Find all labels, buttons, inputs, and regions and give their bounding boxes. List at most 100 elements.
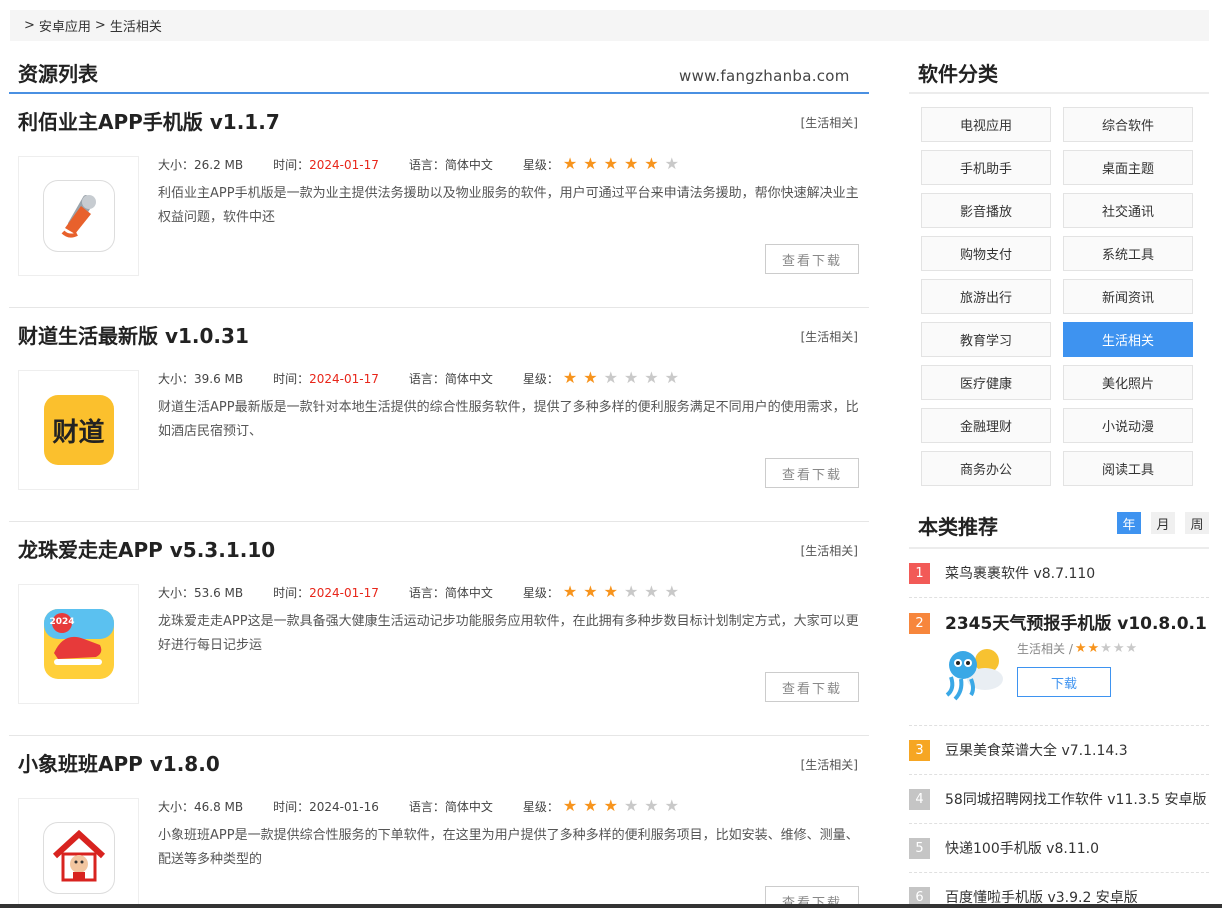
resource-meta: 大小：53.6 MB 时间：2024-01-17 语言：简体中文 星级： ★ ★ ★ ★ ★ ★ <box>158 581 685 601</box>
house-mascot-icon <box>43 823 114 893</box>
star-icon: ★ <box>1074 640 1087 656</box>
resource-thumbnail[interactable] <box>18 156 139 276</box>
category-item[interactable]: 小说动漫 <box>1063 408 1193 443</box>
resource-thumbnail[interactable] <box>18 798 139 908</box>
category-item[interactable]: 购物支付 <box>921 236 1051 271</box>
category-item[interactable]: 影音播放 <box>921 193 1051 228</box>
category-item[interactable]: 手机助手 <box>921 150 1051 185</box>
date-label: 时间： <box>273 157 310 172</box>
featured-name[interactable]: 2345天气预报手机版 v10.8.0.1 <box>945 609 1207 634</box>
star-icon: ★ <box>603 367 618 387</box>
resource-title[interactable]: 利佰业主APP手机版 v1.1.7 <box>18 106 280 135</box>
category-title: 软件分类 <box>918 62 998 86</box>
category-item[interactable]: 教育学习 <box>921 322 1051 357</box>
resource-size: 大小：53.6 MB <box>158 585 244 600</box>
resource-list-header: 资源列表 www.fangzhanba.com <box>9 41 869 94</box>
rating-label: 星级： <box>522 371 559 386</box>
star-icon: ★ <box>664 581 679 601</box>
resource-meta: 大小：26.2 MB 时间：2024-01-17 语言：简体中文 星级： ★ ★ ★ ★ ★ ★ <box>158 153 685 173</box>
star-rating: ★ ★ ★ ★ ★ ★ <box>563 367 685 387</box>
recommend-tab[interactable]: 周 <box>1185 512 1209 534</box>
category-header: 软件分类 <box>909 41 1209 94</box>
resource-date: 时间：2024-01-16 <box>273 798 379 815</box>
resource-category[interactable]: [生活相关] <box>801 756 858 773</box>
recommend-tab[interactable]: 年 <box>1117 512 1141 534</box>
resource-date: 时间：2024-01-17 <box>273 584 379 601</box>
recommend-row[interactable]: 4 58同城招聘网找工作软件 v11.3.5 安卓版 <box>909 775 1209 824</box>
recommend-tab[interactable]: 月 <box>1151 512 1175 534</box>
breadcrumb-life[interactable]: 生活相关 <box>110 16 162 35</box>
star-icon: ★ <box>664 795 679 815</box>
recommend-row[interactable]: 3 豆果美食菜谱大全 v7.1.14.3 <box>909 726 1209 775</box>
star-icon: ★ <box>603 153 618 173</box>
star-icon: ★ <box>583 367 598 387</box>
icon-text: 2024 <box>49 617 75 627</box>
site-watermark: www.fangzhanba.com <box>679 67 850 85</box>
resource-thumbnail[interactable]: 2024 <box>18 584 139 704</box>
breadcrumb-android-apps[interactable]: 安卓应用 <box>39 16 91 35</box>
category-item[interactable]: 金融理财 <box>921 408 1051 443</box>
category-item[interactable]: 桌面主题 <box>1063 150 1193 185</box>
resource-thumbnail[interactable]: 财道 <box>18 370 139 490</box>
recommend-name[interactable]: 菜鸟裹裹软件 v8.7.110 <box>945 563 1095 583</box>
category-item[interactable]: 系统工具 <box>1063 236 1193 271</box>
bottom-bar <box>0 904 1222 908</box>
recommend-name[interactable]: 58同城招聘网找工作软件 v11.3.5 安卓版 <box>945 789 1207 809</box>
featured-download-button[interactable]: 下载 <box>1017 667 1111 697</box>
date-value: 2024-01-17 <box>309 371 379 386</box>
star-rating: ★ ★ ★ ★ ★ <box>1075 641 1138 657</box>
category-item[interactable]: 美化照片 <box>1063 365 1193 400</box>
date-label: 时间： <box>273 799 310 814</box>
resource-title[interactable]: 小象班班APP v1.8.0 <box>18 748 220 777</box>
view-download-button[interactable]: 查看下载 <box>765 244 859 274</box>
resource-language: 语言：简体中文 <box>408 585 493 600</box>
star-icon: ★ <box>644 795 659 815</box>
recommend-row[interactable]: 5 快递100手机版 v8.11.0 <box>909 824 1209 873</box>
resource-description: 小象班班APP是一款提供综合性服务的下单软件，在这里为用户提供了多种多样的便利服… <box>158 828 859 867</box>
star-icon: ★ <box>562 581 578 601</box>
category-item[interactable]: 生活相关 <box>1063 322 1193 357</box>
sidebar: 软件分类 电视应用 综合软件 手机助手 桌面主题 影音播放 社交通讯 购物支付 系统工具 旅游出… <box>909 41 1209 908</box>
star-rating: ★ ★ ★ ★ ★ ★ <box>562 795 685 815</box>
recommend-name[interactable]: 快递100手机版 v8.11.0 <box>945 838 1099 858</box>
star-icon: ★ <box>603 795 618 815</box>
recommend-header: 本类推荐 年月周 <box>909 503 1209 549</box>
star-icon: ★ <box>1100 640 1112 656</box>
recommend-row[interactable]: 1 菜鸟裹裹软件 v8.7.110 <box>909 549 1209 598</box>
category-item[interactable]: 电视应用 <box>921 107 1051 142</box>
megaphone-icon <box>43 181 114 251</box>
rank-badge: 4 <box>909 788 930 810</box>
resource-title[interactable]: 龙珠爱走走APP v5.3.1.10 <box>18 534 275 563</box>
category-item[interactable]: 旅游出行 <box>921 279 1051 314</box>
category-item[interactable]: 医疗健康 <box>921 365 1051 400</box>
resource-item: 利佰业主APP手机版 v1.1.7 [生活相关] 大小：26.2 MB 时间：2024… <box>9 94 869 308</box>
recommend-name[interactable]: 豆果美食菜谱大全 v7.1.14.3 <box>945 740 1128 760</box>
star-icon: ★ <box>603 581 618 601</box>
resource-date: 时间：2024-01-17 <box>273 156 379 173</box>
star-icon: ★ <box>562 795 578 815</box>
resource-category[interactable]: [生活相关] <box>801 114 858 131</box>
category-item[interactable]: 商务办公 <box>921 451 1051 486</box>
resource-category[interactable]: [生活相关] <box>801 328 858 345</box>
weather-mascot-icon[interactable] <box>940 638 1008 706</box>
category-item[interactable]: 阅读工具 <box>1063 451 1193 486</box>
recommend-title: 本类推荐 <box>918 515 998 539</box>
star-rating: ★ ★ ★ ★ ★ ★ <box>562 581 685 601</box>
star-icon: ★ <box>562 153 578 173</box>
view-download-button[interactable]: 查看下载 <box>765 458 859 488</box>
view-download-button[interactable]: 查看下载 <box>765 672 859 702</box>
recommend-row[interactable]: 6 百度懂啦手机版 v3.9.2 安卓版 <box>909 873 1209 908</box>
category-item[interactable]: 综合软件 <box>1063 107 1193 142</box>
rank-badge: 5 <box>909 837 930 859</box>
caidao-logo-icon: 财道 <box>43 395 114 465</box>
resource-size: 大小：26.2 MB <box>158 157 244 172</box>
category-item[interactable]: 社交通讯 <box>1063 193 1193 228</box>
resource-category[interactable]: [生活相关] <box>801 542 858 559</box>
star-icon: ★ <box>583 795 598 815</box>
star-icon: ★ <box>623 795 639 815</box>
star-icon: ★ <box>583 153 598 173</box>
resource-title[interactable]: 财道生活最新版 v1.0.31 <box>18 320 249 349</box>
star-icon: ★ <box>644 153 659 173</box>
breadcrumb-sep: > <box>94 18 106 33</box>
category-item[interactable]: 新闻资讯 <box>1063 279 1193 314</box>
